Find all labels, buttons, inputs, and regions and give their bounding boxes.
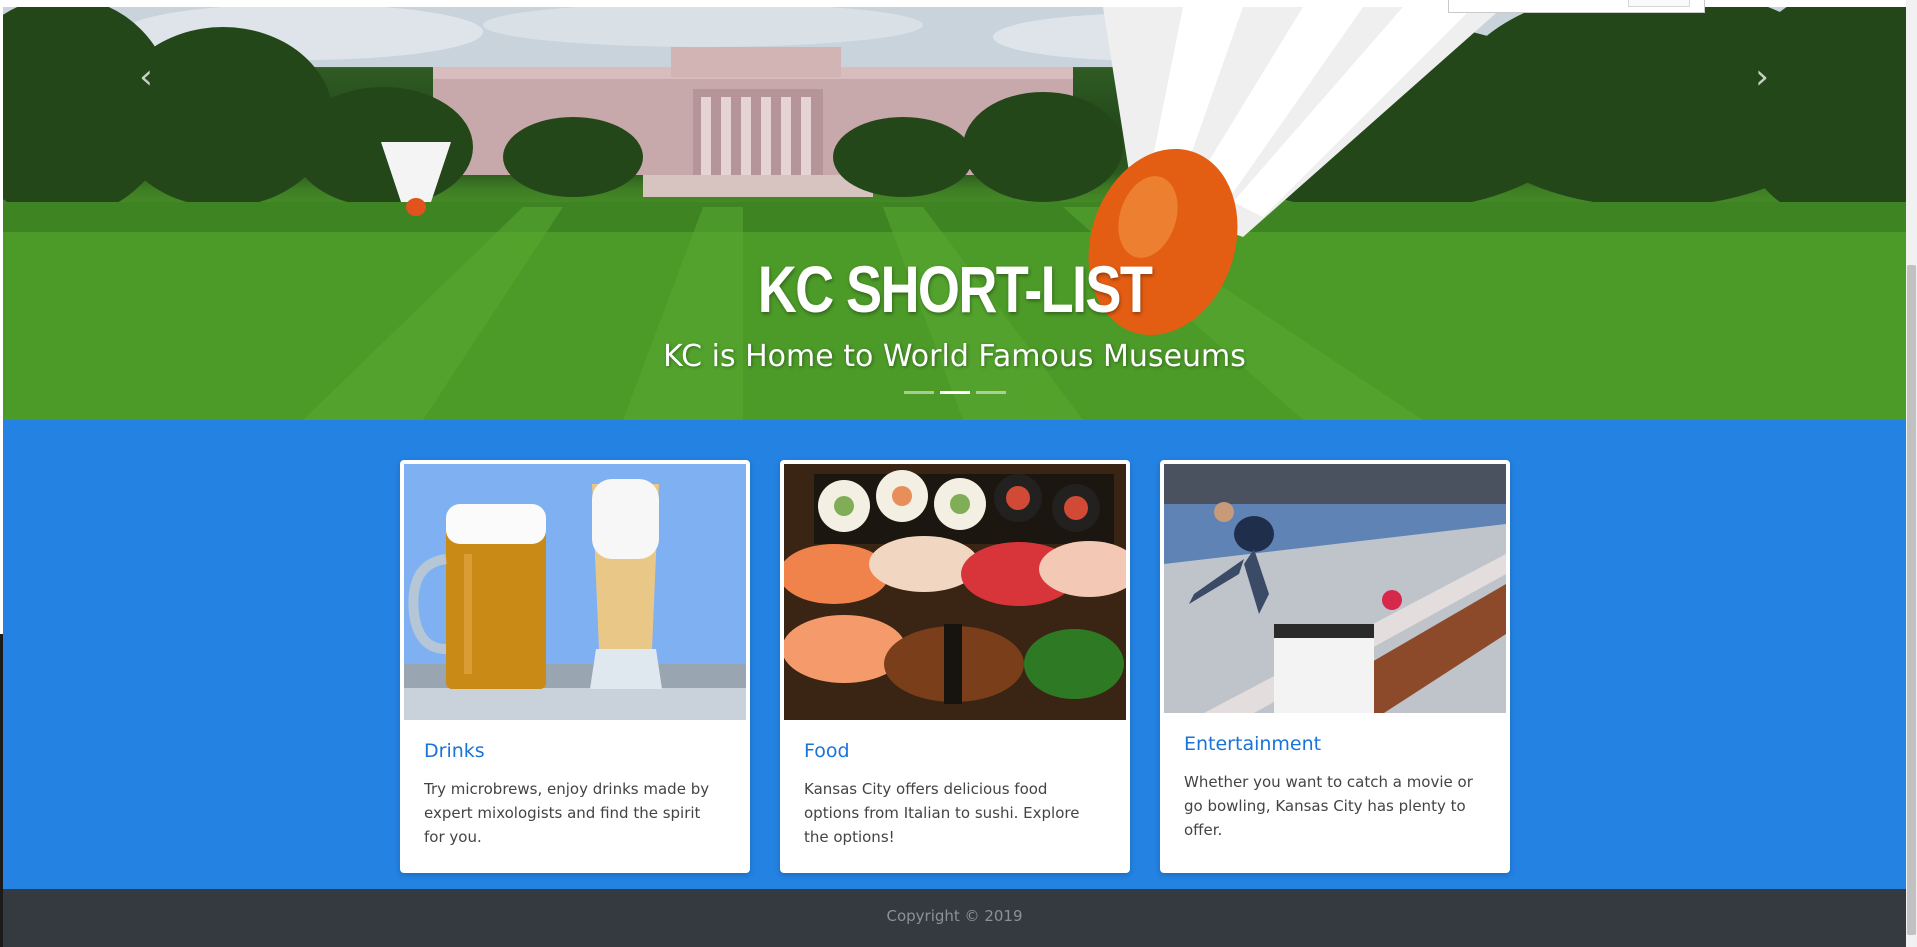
page: ‹ › KC SHORT-LIST KC is Home to World Fa…	[0, 0, 1917, 947]
page-edge	[0, 634, 3, 947]
popup-fragment	[1448, 0, 1705, 13]
footer: Copyright © 2019	[3, 889, 1906, 947]
carousel-indicator-1[interactable]	[903, 391, 934, 394]
copyright-text: Copyright © 2019	[886, 907, 1023, 925]
scrollbar[interactable]	[1906, 0, 1917, 947]
popup-button[interactable]	[1628, 0, 1690, 7]
entertainment-card[interactable]: Entertainment Whether you want to catch …	[1160, 460, 1510, 873]
hero-title: KC SHORT-LIST	[757, 252, 1153, 326]
bowling-image	[1164, 464, 1506, 713]
beer-image	[404, 464, 746, 720]
drinks-card[interactable]: Drinks Try microbrews, enjoy drinks made…	[400, 460, 750, 873]
sushi-image	[784, 464, 1126, 720]
drinks-card-title[interactable]: Drinks	[424, 740, 485, 762]
scrollbar-thumb[interactable]	[1907, 265, 1916, 935]
carousel-next-button[interactable]: ›	[1747, 59, 1777, 95]
food-card-title[interactable]: Food	[804, 740, 850, 762]
drinks-card-text: Try microbrews, enjoy drinks made by exp…	[424, 780, 710, 846]
carousel-indicator-2[interactable]	[939, 391, 970, 394]
carousel-indicators	[3, 391, 1906, 394]
entertainment-card-title[interactable]: Entertainment	[1184, 733, 1321, 755]
food-card-text: Kansas City offers delicious food option…	[804, 780, 1080, 846]
chevron-left-icon: ‹	[139, 57, 153, 97]
carousel-indicator-3[interactable]	[975, 391, 1006, 394]
hero-carousel: ‹ › KC SHORT-LIST KC is Home to World Fa…	[3, 7, 1906, 420]
hero-subtitle: KC is Home to World Famous Museums	[663, 339, 1246, 374]
chevron-right-icon: ›	[1755, 57, 1769, 97]
categories-section: Drinks Try microbrews, enjoy drinks made…	[3, 420, 1906, 889]
food-card[interactable]: Food Kansas City offers delicious food o…	[780, 460, 1130, 873]
entertainment-card-text: Whether you want to catch a movie or go …	[1184, 773, 1473, 839]
carousel-prev-button[interactable]: ‹	[131, 59, 161, 95]
